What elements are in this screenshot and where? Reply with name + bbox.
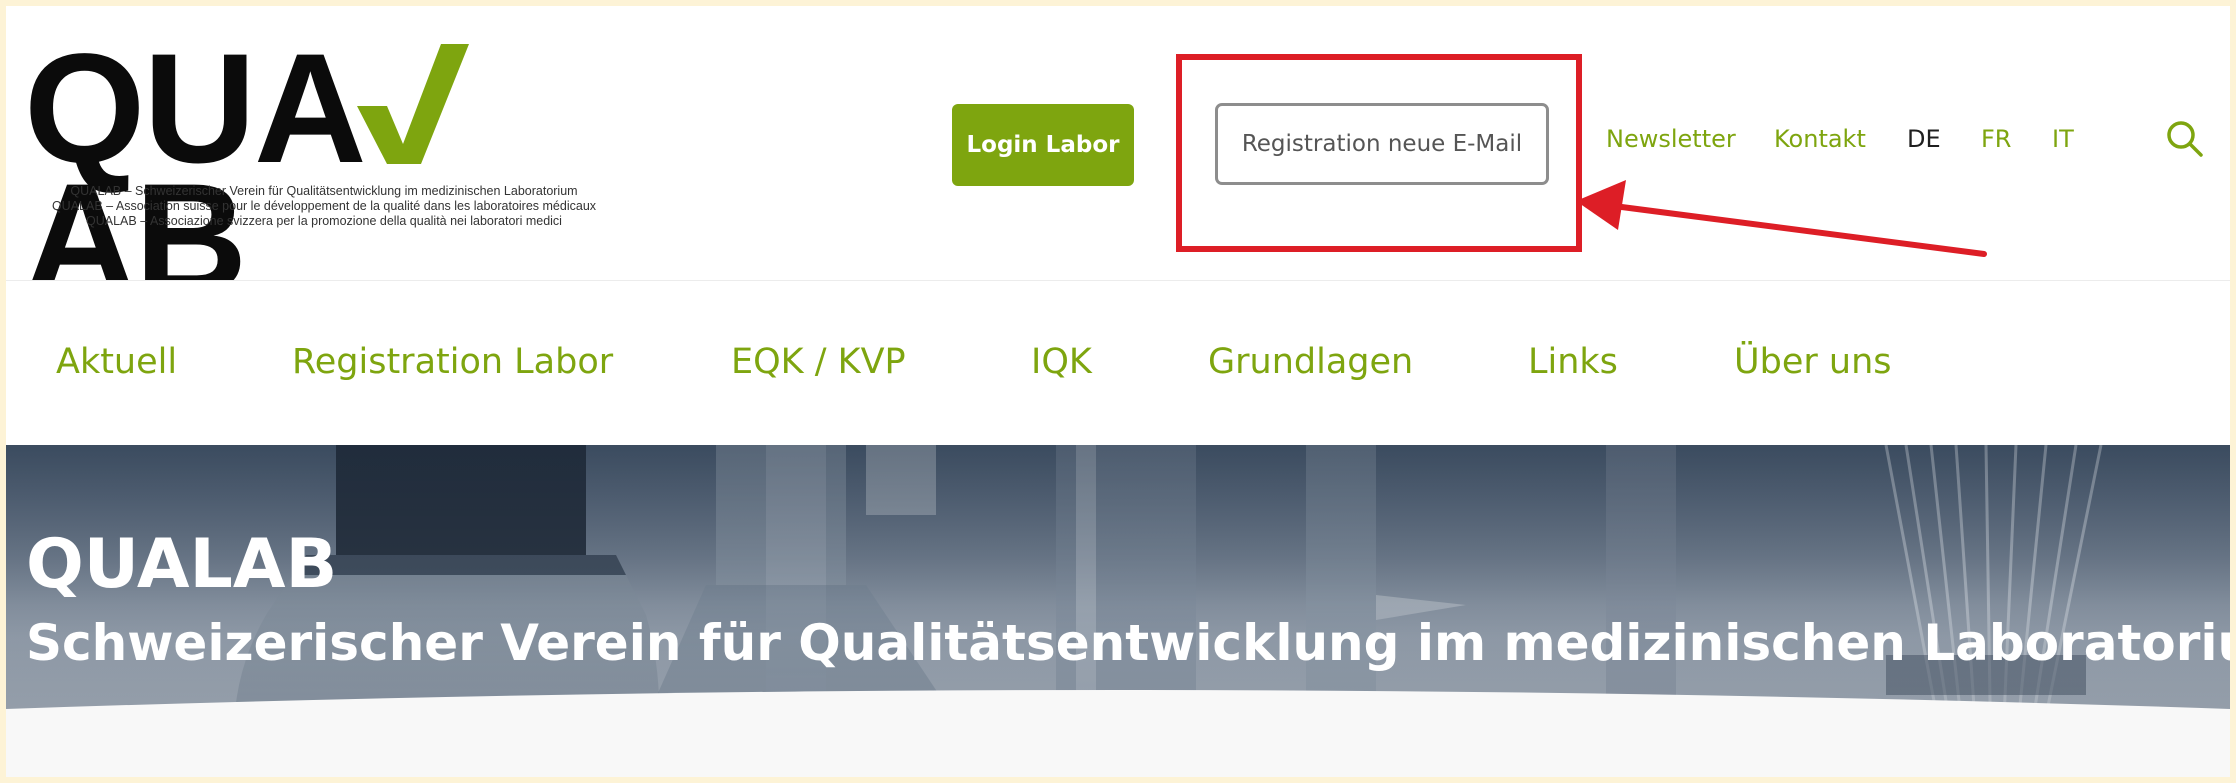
hero-subtitle: Schweizerischer Verein für Qualitätsentw…	[26, 614, 2230, 672]
logo-tagline-fr: QUALAB – Association suisse pour le déve…	[51, 199, 597, 213]
check-icon	[356, 44, 469, 164]
annotation-highlight-box	[1176, 54, 1582, 252]
hero-title: QUALAB	[26, 525, 338, 604]
nav-item-iqk[interactable]: IQK	[1031, 341, 1092, 383]
search-icon[interactable]	[2164, 118, 2204, 158]
logo-tagline-de: QUALAB – Schweizerischer Verein für Qual…	[70, 184, 578, 198]
annotation-arrow-icon	[1576, 180, 1987, 257]
page: QUA AB QUALAB – Schweizerischer Verein f…	[6, 6, 2230, 777]
language-fr-link[interactable]: FR	[1981, 124, 2011, 154]
logo-wordmark: QUA AB	[24, 31, 624, 317]
nav-item-eqk-kvp[interactable]: EQK / KVP	[731, 341, 906, 383]
main-navigation: Aktuell Registration Labor EQK / KVP IQK…	[6, 281, 2230, 445]
logo-tagline: QUALAB – Schweizerischer Verein für Qual…	[24, 184, 624, 229]
nav-item-ueber-uns[interactable]: Über uns	[1734, 341, 1891, 383]
language-it-link[interactable]: IT	[2052, 124, 2074, 154]
login-labor-button[interactable]: Login Labor	[952, 104, 1134, 186]
site-header: QUA AB QUALAB – Schweizerischer Verein f…	[6, 6, 2230, 317]
nav-item-aktuell[interactable]: Aktuell	[56, 341, 177, 383]
logo-tagline-it: QUALAB – Associazione svizzera per la pr…	[86, 214, 562, 228]
kontakt-link[interactable]: Kontakt	[1774, 124, 1866, 154]
content-area	[6, 746, 2230, 777]
nav-item-links[interactable]: Links	[1528, 341, 1618, 383]
language-de-link[interactable]: DE	[1907, 124, 1941, 154]
newsletter-link[interactable]: Newsletter	[1606, 124, 1736, 154]
qualab-logo[interactable]: QUA AB QUALAB – Schweizerischer Verein f…	[24, 31, 624, 317]
nav-item-grundlagen[interactable]: Grundlagen	[1208, 341, 1413, 383]
nav-item-registration-labor[interactable]: Registration Labor	[292, 341, 613, 383]
hero-banner: QUALAB Schweizerischer Verein für Qualit…	[6, 445, 2230, 765]
